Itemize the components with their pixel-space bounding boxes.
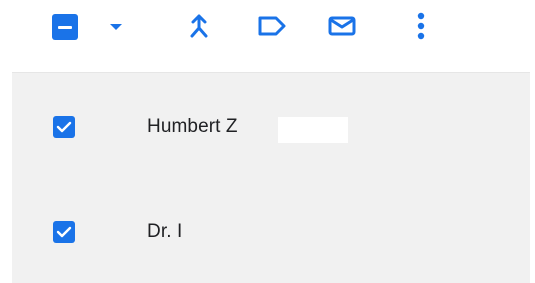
redaction-block: [278, 117, 348, 143]
row-checkbox[interactable]: [53, 221, 75, 243]
contact-list: Humbert Z Dr. I: [12, 73, 530, 283]
label-button[interactable]: [254, 10, 290, 42]
contact-name: Dr. I: [147, 221, 183, 242]
check-icon: [56, 226, 72, 238]
label-icon: [258, 16, 286, 36]
caret-down-icon: [110, 24, 122, 30]
toolbar: [0, 0, 535, 72]
more-options-button[interactable]: [410, 8, 432, 44]
check-icon: [56, 121, 72, 133]
contact-name: Humbert Z: [147, 116, 238, 137]
list-item[interactable]: Dr. I: [12, 207, 530, 267]
send-email-button[interactable]: [324, 10, 360, 42]
list-item[interactable]: Humbert Z: [12, 98, 530, 158]
merge-icon: [190, 14, 208, 38]
select-all-checkbox[interactable]: [52, 14, 78, 40]
mail-icon: [328, 16, 356, 36]
minus-checkbox-icon: [58, 25, 72, 29]
more-vert-icon: [417, 12, 425, 40]
select-menu-button[interactable]: [104, 14, 128, 40]
row-checkbox[interactable]: [53, 116, 75, 138]
merge-button[interactable]: [182, 10, 216, 42]
